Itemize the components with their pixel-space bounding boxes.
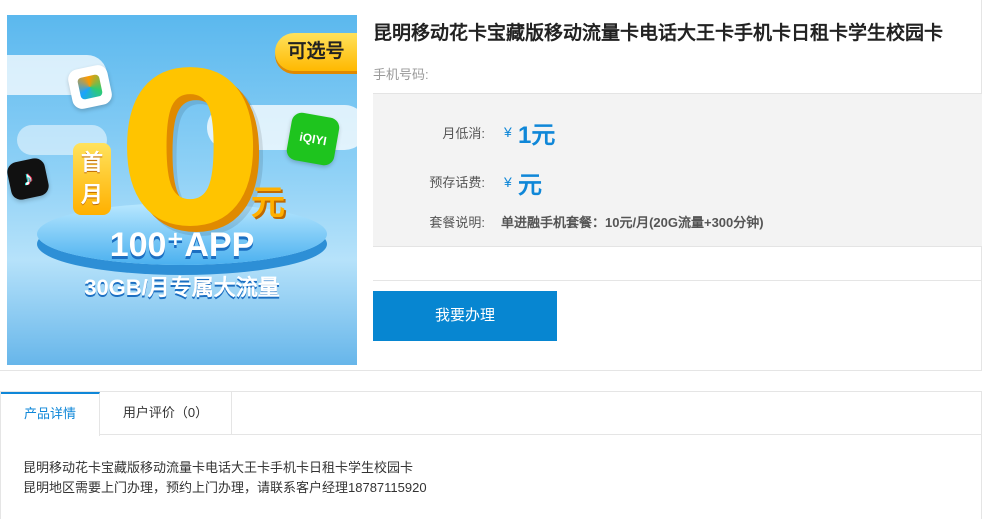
product-tabs-section: 产品详情 用户评价（0） 昆明移动花卡宝藏版移动流量卡电话大王卡手机卡日租卡学生…	[0, 391, 982, 519]
prepaid-label: 预存话费:	[429, 175, 485, 190]
product-banner-image: 可选号 iQIYI ♪ 0 首月 元 100⁺APP 30GB/月专属大流量	[7, 15, 357, 365]
detail-line: 昆明地区需要上门办理，预约上门办理，请联系客户经理18787115920	[23, 480, 427, 495]
currency-symbol: ¥	[504, 174, 512, 190]
prepaid-value: 元	[518, 172, 542, 199]
zero-price-graphic: 0	[117, 28, 264, 273]
tab-product-details[interactable]: 产品详情	[1, 392, 100, 436]
detail-line: 昆明移动花卡宝藏版移动流量卡电话大王卡手机卡日租卡学生校园卡	[23, 460, 414, 475]
price-panel: 月低消: ¥ 1元 预存话费: ¥ 元 套餐说明: 单进融手机套餐：10元/月(…	[373, 93, 982, 247]
monthly-minimum-value: 1元	[518, 122, 556, 149]
plan-description-label: 套餐说明:	[429, 215, 485, 230]
tab-bar: 产品详情 用户评价（0）	[1, 392, 981, 436]
tencent-video-icon	[66, 63, 114, 111]
app-count-text: 100⁺APP	[109, 226, 255, 264]
first-month-badge: 首月	[73, 143, 111, 215]
monthly-minimum-label: 月低消:	[442, 126, 485, 141]
phone-number-label: 手机号码:	[373, 67, 429, 82]
iqiyi-icon-label: iQIYI	[298, 129, 328, 149]
plan-description-value: 单进融手机套餐：10元/月(20G流量+300分钟)	[501, 215, 764, 230]
product-detail-content: 昆明移动花卡宝藏版移动流量卡电话大王卡手机卡日租卡学生校园卡 昆明地区需要上门办…	[23, 458, 427, 498]
tiktok-icon: ♪	[7, 156, 51, 202]
tab-user-reviews[interactable]: 用户评价（0）	[100, 392, 232, 435]
divider	[373, 280, 982, 281]
product-title: 昆明移动花卡宝藏版移动流量卡电话大王卡手机卡日租卡学生校园卡	[373, 23, 944, 44]
currency-symbol: ¥	[504, 124, 512, 140]
yuan-graphic: 元	[251, 184, 285, 222]
traffic-text: 30GB/月专属大流量	[84, 275, 280, 300]
product-summary: 可选号 iQIYI ♪ 0 首月 元 100⁺APP 30GB/月专属大流量 昆…	[0, 0, 982, 371]
iqiyi-icon: iQIYI	[285, 111, 341, 167]
selectable-number-badge: 可选号	[275, 33, 357, 71]
apply-button[interactable]: 我要办理	[373, 291, 557, 341]
